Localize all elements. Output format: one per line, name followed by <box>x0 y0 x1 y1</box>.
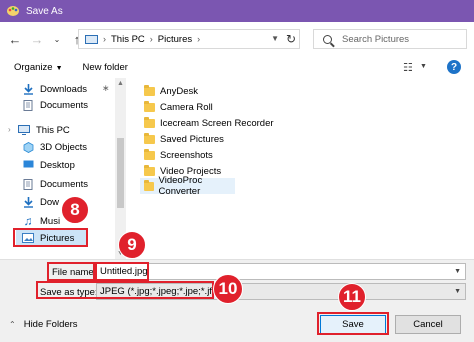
nav-item-label: Pictures <box>40 232 75 244</box>
forward-arrow-icon[interactable]: → <box>28 30 46 48</box>
paint-app-icon <box>6 5 20 17</box>
search-icon <box>323 34 332 44</box>
desktop-icon <box>22 160 34 171</box>
nav-item-label: Dow <box>40 196 60 208</box>
download-arrow-icon <box>22 83 34 95</box>
step-badge-9: 9 <box>118 231 146 259</box>
nav-item-pictures[interactable]: Pictures <box>16 230 86 246</box>
file-name-label: File name: <box>52 267 97 278</box>
chevron-right-icon[interactable]: › <box>8 125 11 134</box>
cube-icon <box>22 141 34 153</box>
chevron-right-icon[interactable]: › <box>150 34 153 44</box>
nav-item-this-pc[interactable]: This PC <box>18 122 70 138</box>
step-badge-11: 11 <box>338 283 366 311</box>
folder-name: VideoProc Converter <box>158 175 203 197</box>
folder-icon <box>144 164 155 176</box>
save-as-type-label: Save as type: <box>40 287 98 298</box>
navigation-pane: Downloads ∗ Documents › This PC 3D Objec… <box>0 78 126 259</box>
file-name-input[interactable]: Untitled.jpg ▼ <box>96 263 466 280</box>
folder-icon <box>144 116 155 128</box>
file-list: AnyDesk Camera Roll Icecream Screen Reco… <box>140 78 460 259</box>
chevron-right-icon[interactable]: › <box>103 34 106 44</box>
folder-name: AnyDesk <box>160 85 199 97</box>
nav-item-label: Documents <box>40 99 89 111</box>
folder-icon <box>144 84 155 96</box>
chevron-down-icon[interactable]: ▼ <box>420 63 427 70</box>
nav-item-documents[interactable]: Documents <box>22 97 88 113</box>
cancel-button[interactable]: Cancel <box>395 315 461 334</box>
scroll-up-arrow-icon[interactable]: ▲ <box>117 80 124 87</box>
nav-item-label: This PC <box>36 124 70 136</box>
nav-item-desktop[interactable]: Desktop <box>22 157 75 173</box>
step-badge-8: 8 <box>61 196 89 224</box>
folder-name: Camera Roll <box>160 101 213 113</box>
save-button[interactable]: Save <box>320 315 386 334</box>
back-arrow-icon[interactable]: ← <box>6 30 24 48</box>
list-item[interactable]: Screenshots <box>140 147 213 163</box>
music-note-icon: ♫ <box>23 214 33 228</box>
save-as-type-select[interactable]: JPEG (*.jpg;*.jpeg;*.jpe;*.jfif) ▼ <box>96 283 466 300</box>
list-item[interactable]: AnyDesk <box>140 83 198 99</box>
folder-name: Icecream Screen Recorder <box>160 117 274 129</box>
navigation-bar: ← → ⌄ ↑ › This PC › Pictures › ▼ ↻ Searc… <box>0 22 474 56</box>
folder-name: Saved Pictures <box>160 133 224 145</box>
nav-item-downloads-2[interactable]: Dow <box>22 194 59 210</box>
chevron-down-icon[interactable]: ▼ <box>271 34 279 43</box>
list-item[interactable]: Camera Roll <box>140 99 213 115</box>
nav-item-label: Documents <box>40 178 89 190</box>
new-folder-button[interactable]: New folder <box>83 62 128 73</box>
chevron-up-icon: ⌃ <box>9 320 16 329</box>
pictures-icon <box>22 233 34 244</box>
nav-item-label: Musi <box>40 215 61 227</box>
nav-item-3d-objects[interactable]: 3D Objects <box>22 139 87 155</box>
view-options-icon[interactable]: ☷ <box>403 61 413 74</box>
command-toolbar: Organize ▼ New folder ☷ ▼ ? <box>0 56 474 78</box>
document-icon <box>22 99 34 111</box>
chevron-right-icon[interactable]: › <box>197 34 200 44</box>
breadcrumb-pictures[interactable]: Pictures <box>158 34 192 45</box>
file-name-value: Untitled.jpg <box>100 266 148 277</box>
scrollbar-thumb[interactable] <box>117 138 124 208</box>
nav-item-documents-2[interactable]: Documents <box>22 176 88 192</box>
save-as-type-value: JPEG (*.jpg;*.jpeg;*.jpe;*.jfif) <box>100 286 220 297</box>
chevron-down-icon: ▼ <box>55 64 63 72</box>
list-item[interactable]: Saved Pictures <box>140 131 224 147</box>
pin-icon[interactable]: ∗ <box>102 83 110 94</box>
hide-folders-toggle[interactable]: ⌃ Hide Folders <box>9 319 78 330</box>
address-bar[interactable]: › This PC › Pictures › ▼ ↻ <box>78 29 300 49</box>
folder-name: Screenshots <box>160 149 213 161</box>
nav-item-label: Downloads <box>40 83 87 95</box>
folder-icon <box>144 148 155 160</box>
chevron-down-icon[interactable]: ▼ <box>454 288 461 295</box>
organize-button[interactable]: Organize ▼ <box>14 62 63 73</box>
title-bar: Save As <box>0 0 474 22</box>
nav-item-downloads[interactable]: Downloads <box>22 81 87 97</box>
folder-icon <box>144 179 154 191</box>
download-arrow-icon <box>22 196 34 208</box>
folder-icon <box>144 132 155 144</box>
refresh-icon[interactable]: ↻ <box>286 32 296 46</box>
chevron-down-icon[interactable]: ▼ <box>454 268 461 275</box>
step-badge-10: 10 <box>213 274 243 304</box>
list-item-selected[interactable]: VideoProc Converter <box>140 175 235 197</box>
nav-item-music[interactable]: ♫ Musi <box>22 213 61 229</box>
search-box[interactable]: Search Pictures <box>313 29 467 49</box>
nav-item-label: Desktop <box>40 159 75 171</box>
folder-icon <box>144 100 155 112</box>
computer-icon <box>18 125 30 136</box>
nav-item-label: 3D Objects <box>40 141 87 153</box>
organize-label: Organize <box>14 61 53 73</box>
window-title: Save As <box>26 5 63 17</box>
recent-locations-chevron-icon[interactable]: ⌄ <box>48 30 66 48</box>
search-placeholder: Search Pictures <box>342 33 410 45</box>
list-item[interactable]: Icecream Screen Recorder <box>140 115 274 131</box>
hide-folders-label: Hide Folders <box>23 319 78 330</box>
document-icon <box>22 178 34 190</box>
breadcrumb-this-pc[interactable]: This PC <box>111 34 145 45</box>
computer-icon <box>85 34 98 44</box>
help-icon[interactable]: ? <box>447 60 461 74</box>
